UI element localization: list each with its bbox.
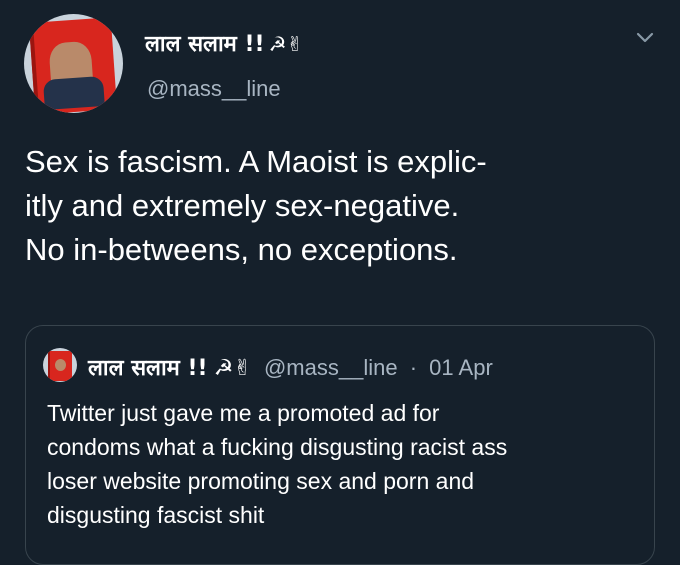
quoted-display-name: लाल सलाम !! (88, 356, 208, 381)
quoted-tweet[interactable]: लाल सलाम !! ☭✌ @mass__line · 01 Apr Twit… (25, 325, 655, 565)
tweet-body-line: Sex is fascism. A Maoist is explic- (25, 144, 487, 179)
user-handle[interactable]: @mass__line (147, 76, 281, 102)
chevron-down-icon[interactable] (632, 24, 658, 50)
tweet-body-line: No in-betweens, no exceptions. (25, 232, 458, 267)
avatar-book-image (28, 17, 118, 113)
display-name[interactable]: लाल सलाम !! ☭✌ (145, 28, 303, 58)
quoted-body-line: Twitter just gave me a promoted ad for (47, 400, 440, 426)
quoted-handle: @mass__line (263, 355, 398, 380)
quoted-avatar (43, 348, 77, 382)
quoted-header: लाल सलाम !! ☭✌ @mass__line · 01 Apr (88, 352, 493, 382)
quoted-body-line: loser website promoting sex and porn and (47, 468, 475, 494)
avatar[interactable] (24, 14, 123, 113)
tweet-body-line: itly and extremely sex-negative. (25, 188, 460, 223)
quoted-separator: · (409, 355, 418, 380)
emoji-text: ☭✌ (268, 32, 304, 56)
quoted-body-line: condoms what a fucking disgusting racist… (47, 434, 508, 460)
quoted-date: 01 Apr (429, 355, 493, 380)
display-name-text: लाल सलाम !! (145, 32, 265, 57)
quoted-emoji: ☭✌ (213, 356, 252, 381)
quoted-body-line: disgusting fascist shit (47, 502, 265, 528)
tweet-body: Sex is fascism. A Maoist is explic- itly… (25, 140, 665, 272)
quoted-body: Twitter just gave me a promoted ad for c… (47, 396, 647, 532)
